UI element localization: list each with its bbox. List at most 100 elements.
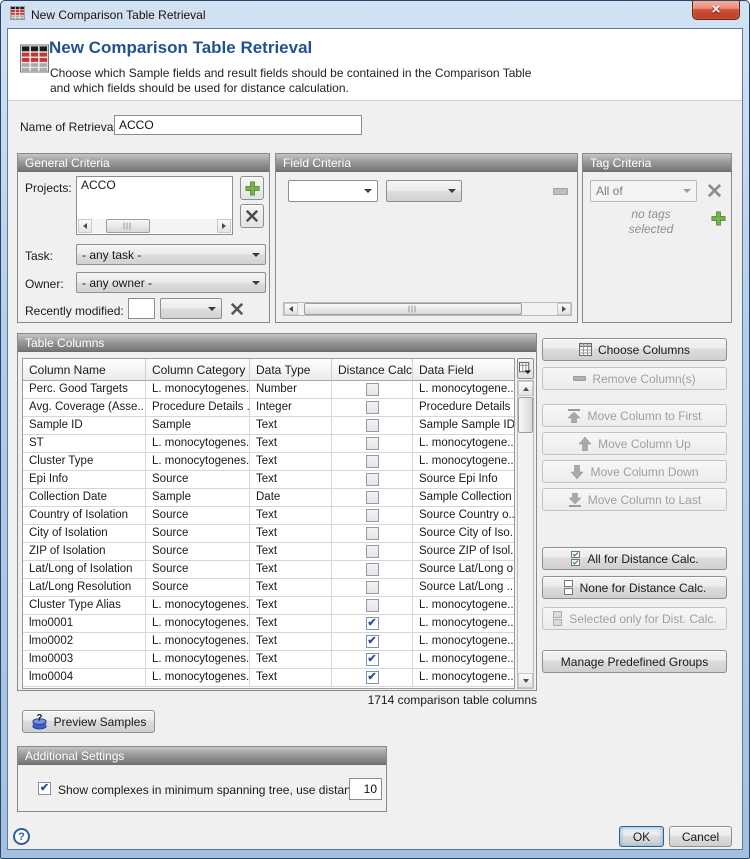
- distance-calc-checkbox[interactable]: ✔: [366, 491, 379, 504]
- header-data-type[interactable]: Data Type: [250, 359, 332, 381]
- recently-modified-input[interactable]: [128, 298, 155, 319]
- cell-column-category: Sample: [146, 417, 250, 434]
- preview-samples-button[interactable]: ? Preview Samples: [22, 710, 155, 733]
- scroll-up-button[interactable]: [518, 381, 533, 396]
- table-row[interactable]: Lat/Long of Isolation Source Text ✔ Sour…: [23, 561, 514, 579]
- move-column-up-button[interactable]: Move Column Up: [542, 432, 727, 455]
- table-vscrollbar[interactable]: [517, 380, 534, 689]
- field-criteria-operator-dropdown[interactable]: [386, 180, 462, 202]
- table-row[interactable]: Collection Date Sample Date ✔ Sample Col…: [23, 489, 514, 507]
- distance-calc-checkbox[interactable]: ✔: [366, 383, 379, 396]
- distance-value-input[interactable]: [349, 778, 382, 800]
- header-column-category[interactable]: Column Category: [146, 359, 250, 381]
- field-criteria-field-dropdown[interactable]: [288, 180, 378, 202]
- name-of-retrieval-input[interactable]: [114, 115, 362, 135]
- cell-data-field: Source City of Iso...: [413, 525, 514, 542]
- remove-project-button[interactable]: [240, 204, 264, 228]
- scroll-right-button[interactable]: [557, 303, 571, 315]
- cell-data-field: Source Country o...: [413, 507, 514, 524]
- remove-columns-button[interactable]: Remove Column(s): [542, 367, 727, 390]
- table-row[interactable]: Country of Isolation Source Text ✔ Sourc…: [23, 507, 514, 525]
- projects-hscrollbar[interactable]: [78, 219, 231, 233]
- distance-calc-checkbox[interactable]: ✔: [366, 653, 379, 666]
- selected-only-distance-button[interactable]: Selected only for Dist. Calc.: [542, 607, 727, 630]
- header-data-field[interactable]: Data Field: [413, 359, 514, 381]
- table-row[interactable]: ST L. monocytogenes... Text ✔ L. monocyt…: [23, 435, 514, 453]
- distance-calc-checkbox[interactable]: ✔: [366, 581, 379, 594]
- scroll-thumb[interactable]: [106, 219, 150, 233]
- cell-column-category: Procedure Details ...: [146, 399, 250, 416]
- project-list-item[interactable]: ACCO: [77, 177, 232, 193]
- add-project-button[interactable]: [240, 176, 264, 200]
- distance-calc-checkbox[interactable]: ✔: [366, 545, 379, 558]
- table-row[interactable]: City of Isolation Source Text ✔ Source C…: [23, 525, 514, 543]
- tag-match-dropdown[interactable]: All of: [590, 180, 697, 202]
- table-row[interactable]: Sample ID Sample Text ✔ Sample Sample ID: [23, 417, 514, 435]
- tag-match-value: All of: [596, 184, 623, 198]
- distance-calc-checkbox[interactable]: ✔: [366, 437, 379, 450]
- column-picker-button[interactable]: [517, 358, 534, 379]
- dialog-window: New Comparison Table Retrieval × New Com: [0, 0, 750, 859]
- projects-listbox[interactable]: ACCO: [76, 176, 233, 235]
- scroll-thumb[interactable]: [304, 303, 522, 315]
- cell-column-category: L. monocytogenes...: [146, 669, 250, 686]
- ok-button[interactable]: OK: [619, 826, 664, 847]
- columns-table: Column Name Column Category Data Type Di…: [22, 358, 515, 689]
- none-for-distance-button[interactable]: None for Distance Calc.: [542, 576, 727, 599]
- distance-calc-checkbox[interactable]: ✔: [366, 599, 379, 612]
- table-row[interactable]: lmo0001 L. monocytogenes... Text ✔ L. mo…: [23, 615, 514, 633]
- distance-calc-checkbox[interactable]: ✔: [366, 419, 379, 432]
- distance-calc-checkbox[interactable]: ✔: [366, 671, 379, 684]
- tag-criteria-title: Tag Criteria: [583, 154, 731, 172]
- all-for-distance-button[interactable]: All for Distance Calc.: [542, 547, 727, 570]
- clear-tags-button[interactable]: [707, 183, 722, 198]
- distance-calc-checkbox[interactable]: ✔: [366, 509, 379, 522]
- table-row[interactable]: lmo0003 L. monocytogenes... Text ✔ L. mo…: [23, 651, 514, 669]
- move-column-first-button[interactable]: Move Column to First: [542, 404, 727, 427]
- table-row[interactable]: lmo0002 L. monocytogenes... Text ✔ L. mo…: [23, 633, 514, 651]
- owner-dropdown[interactable]: - any owner -: [76, 272, 266, 293]
- help-button[interactable]: ?: [13, 828, 30, 845]
- distance-calc-checkbox[interactable]: ✔: [366, 527, 379, 540]
- table-row[interactable]: Cluster Type Alias L. monocytogenes... T…: [23, 597, 514, 615]
- cancel-button[interactable]: Cancel: [669, 826, 732, 847]
- scroll-track[interactable]: [92, 219, 217, 233]
- move-column-down-button[interactable]: Move Column Down: [542, 460, 727, 483]
- table-row[interactable]: lmo0004 L. monocytogenes... Text ✔ L. mo…: [23, 669, 514, 687]
- distance-calc-checkbox[interactable]: ✔: [366, 563, 379, 576]
- table-row[interactable]: Cluster Type L. monocytogenes... Text ✔ …: [23, 453, 514, 471]
- field-criteria-hscrollbar[interactable]: [283, 302, 572, 316]
- checkboxes-checked-icon: [570, 551, 581, 566]
- manage-predefined-groups-button[interactable]: Manage Predefined Groups: [542, 650, 727, 673]
- close-button[interactable]: ×: [692, 0, 740, 20]
- scroll-thumb[interactable]: [518, 397, 533, 433]
- remove-criterion-button[interactable]: [553, 188, 568, 195]
- scroll-track[interactable]: [298, 303, 557, 315]
- table-row[interactable]: Perc. Good Targets L. monocytogenes... N…: [23, 381, 514, 399]
- header-distance-calc[interactable]: Distance Calc.: [332, 359, 413, 381]
- recently-modified-unit-dropdown[interactable]: [160, 298, 222, 319]
- scroll-right-button[interactable]: [217, 219, 231, 233]
- clear-recently-modified-button[interactable]: [230, 302, 244, 316]
- add-tag-button[interactable]: [711, 211, 726, 229]
- move-column-first-label: Move Column to First: [587, 409, 701, 423]
- task-dropdown[interactable]: - any task -: [76, 244, 266, 265]
- show-complexes-label: Show complexes in minimum spanning tree,…: [58, 783, 367, 797]
- scroll-down-button[interactable]: [518, 673, 533, 688]
- move-column-last-button[interactable]: Move Column to Last: [542, 488, 727, 511]
- header-column-name[interactable]: Column Name: [23, 359, 146, 381]
- title-bar[interactable]: New Comparison Table Retrieval ×: [1, 1, 749, 28]
- distance-calc-checkbox[interactable]: ✔: [366, 401, 379, 414]
- scroll-left-button[interactable]: [78, 219, 92, 233]
- show-complexes-checkbox[interactable]: ✔: [38, 782, 51, 795]
- table-row[interactable]: Lat/Long Resolution Source Text ✔ Source…: [23, 579, 514, 597]
- choose-columns-button[interactable]: Choose Columns: [542, 338, 727, 361]
- table-row[interactable]: Epi Info Source Text ✔ Source Epi Info: [23, 471, 514, 489]
- table-row[interactable]: Avg. Coverage (Asse... Procedure Details…: [23, 399, 514, 417]
- table-row[interactable]: ZIP of Isolation Source Text ✔ Source ZI…: [23, 543, 514, 561]
- scroll-left-button[interactable]: [284, 303, 298, 315]
- distance-calc-checkbox[interactable]: ✔: [366, 455, 379, 468]
- distance-calc-checkbox[interactable]: ✔: [366, 473, 379, 486]
- distance-calc-checkbox[interactable]: ✔: [366, 635, 379, 648]
- distance-calc-checkbox[interactable]: ✔: [366, 617, 379, 630]
